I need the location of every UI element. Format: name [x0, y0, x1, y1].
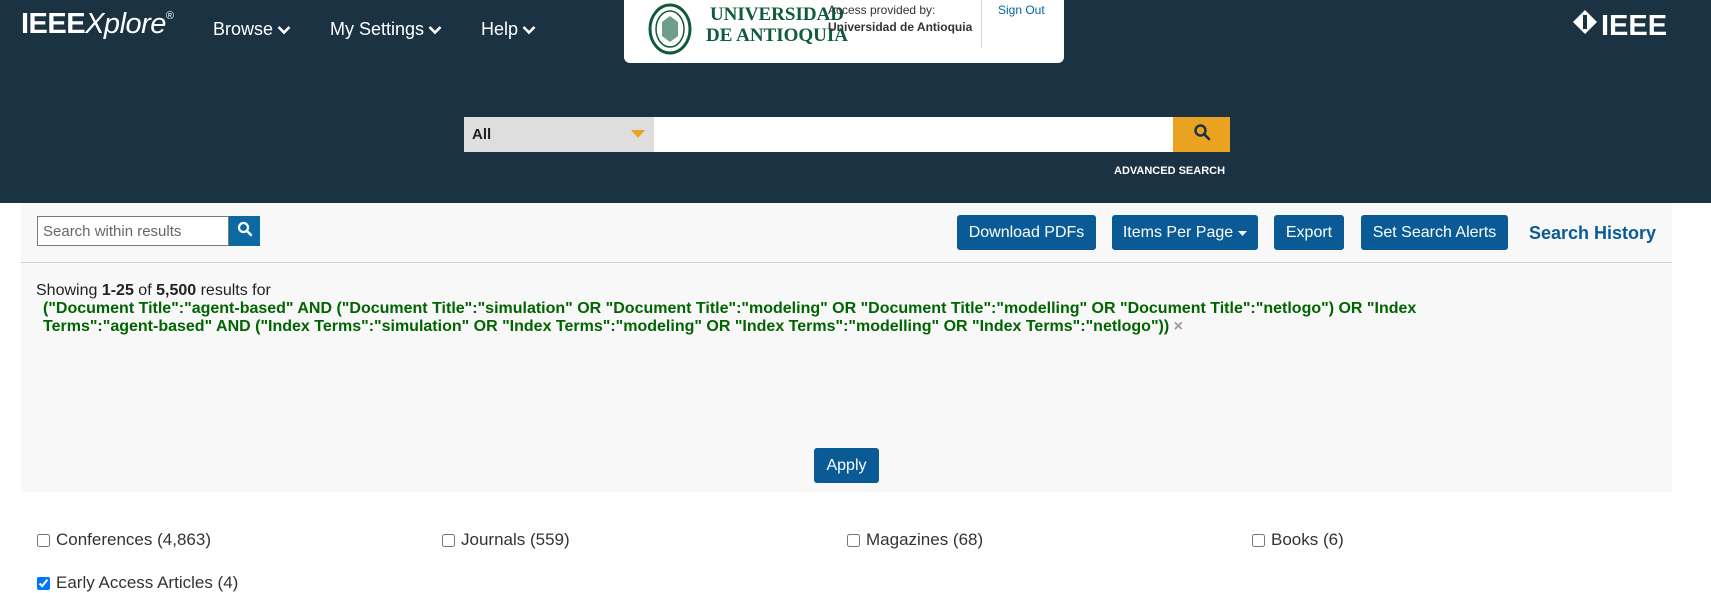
search-icon	[237, 221, 253, 242]
results-total: 5,500	[156, 282, 197, 299]
checkbox[interactable]	[37, 576, 50, 590]
checkbox[interactable]	[442, 533, 455, 547]
results-summary: Showing 1-25 of 5,500 results for	[36, 282, 271, 300]
chevron-down-icon	[277, 25, 291, 35]
items-per-page-label: Items Per Page	[1122, 223, 1234, 241]
clear-query-icon[interactable]: ×	[1174, 318, 1183, 335]
advanced-search-link[interactable]: ADVANCED SEARCH	[1114, 165, 1225, 177]
nav-my-settings[interactable]: My Settings	[330, 19, 442, 40]
results-of: of	[133, 282, 157, 299]
caret-down-icon	[630, 126, 646, 143]
query-line-2-text: Terms":"agent-based" AND ("Index Terms":…	[43, 318, 1170, 335]
results-range: 1-25	[101, 282, 134, 299]
sign-out-link[interactable]: Sign Out	[998, 3, 1045, 17]
university-seal-icon	[648, 2, 692, 61]
access-institution: Universidad de Antioquia	[828, 20, 973, 34]
chevron-down-icon	[428, 25, 442, 35]
search-history-link[interactable]: Search History	[1529, 223, 1656, 244]
facet-label: Magazines (68)	[866, 530, 984, 549]
brand-mark: ®	[165, 10, 174, 22]
facet-label: Journals (559)	[461, 530, 570, 549]
facet-label: Books (6)	[1271, 530, 1344, 549]
results-suffix: results for	[196, 282, 271, 299]
facet-early-access[interactable]: Early Access Articles (4)	[37, 573, 238, 593]
access-info: Access provided by: Universidad de Antio…	[828, 2, 972, 36]
search-button[interactable]	[1173, 117, 1230, 152]
nav-browse[interactable]: Browse	[213, 19, 291, 40]
search-within-button[interactable]	[229, 216, 260, 246]
ieee-logo[interactable]: IEEE	[1572, 9, 1667, 43]
search-bar: All	[464, 117, 1230, 152]
nav-browse-label: Browse	[213, 19, 274, 39]
search-query-text: ("Document Title":"agent-based" AND ("Do…	[43, 300, 1633, 336]
ieee-xplore-logo[interactable]: IEEEXplore®	[21, 8, 174, 41]
facet-label: Conferences (4,863)	[56, 530, 211, 549]
search-scope-select[interactable]: All	[464, 117, 654, 152]
ieee-logo-text: IEEE	[1601, 9, 1668, 42]
set-search-alerts-button[interactable]: Set Search Alerts	[1361, 215, 1508, 250]
facet-conferences[interactable]: Conferences (4,863)	[37, 530, 211, 550]
nav-help-label: Help	[481, 19, 519, 39]
ieee-diamond-icon	[1572, 9, 1598, 43]
download-pdfs-button[interactable]: Download PDFs	[957, 215, 1096, 250]
brand-xplore: Xplore	[85, 8, 166, 40]
search-scope-value: All	[472, 126, 492, 143]
nav-help[interactable]: Help	[481, 19, 536, 40]
facet-journals[interactable]: Journals (559)	[442, 530, 570, 550]
nav-my-settings-label: My Settings	[330, 19, 425, 39]
facet-label: Early Access Articles (4)	[56, 573, 239, 592]
brand-ieee: IEEE	[21, 8, 86, 40]
showing-prefix: Showing	[36, 282, 102, 299]
query-line-2: Terms":"agent-based" AND ("Index Terms":…	[43, 318, 1633, 336]
facet-magazines[interactable]: Magazines (68)	[847, 530, 983, 550]
divider	[21, 262, 1672, 263]
caret-down-icon	[1238, 224, 1248, 242]
search-icon	[1193, 123, 1211, 146]
checkbox[interactable]	[847, 533, 860, 547]
divider	[981, 0, 982, 48]
header: IEEEXplore® Browse My Settings Help UNIV…	[0, 0, 1711, 203]
institution-banner: UNIVERSIDAD DE ANTIOQUIA Access provided…	[624, 0, 1064, 63]
checkbox[interactable]	[37, 533, 50, 547]
apply-button[interactable]: Apply	[814, 448, 879, 483]
query-line-1: ("Document Title":"agent-based" AND ("Do…	[43, 300, 1417, 317]
access-label: Access provided by:	[828, 3, 936, 17]
facet-books[interactable]: Books (6)	[1252, 530, 1344, 550]
checkbox[interactable]	[1252, 533, 1265, 547]
results-panel: Download PDFs Items Per Page Export Set …	[21, 203, 1672, 592]
search-input[interactable]	[654, 117, 1173, 152]
export-button[interactable]: Export	[1274, 215, 1344, 250]
university-name: UNIVERSIDAD DE ANTIOQUIA	[706, 4, 848, 46]
search-within-input[interactable]	[37, 216, 229, 246]
chevron-down-icon	[522, 25, 536, 35]
items-per-page-button[interactable]: Items Per Page	[1112, 215, 1258, 250]
